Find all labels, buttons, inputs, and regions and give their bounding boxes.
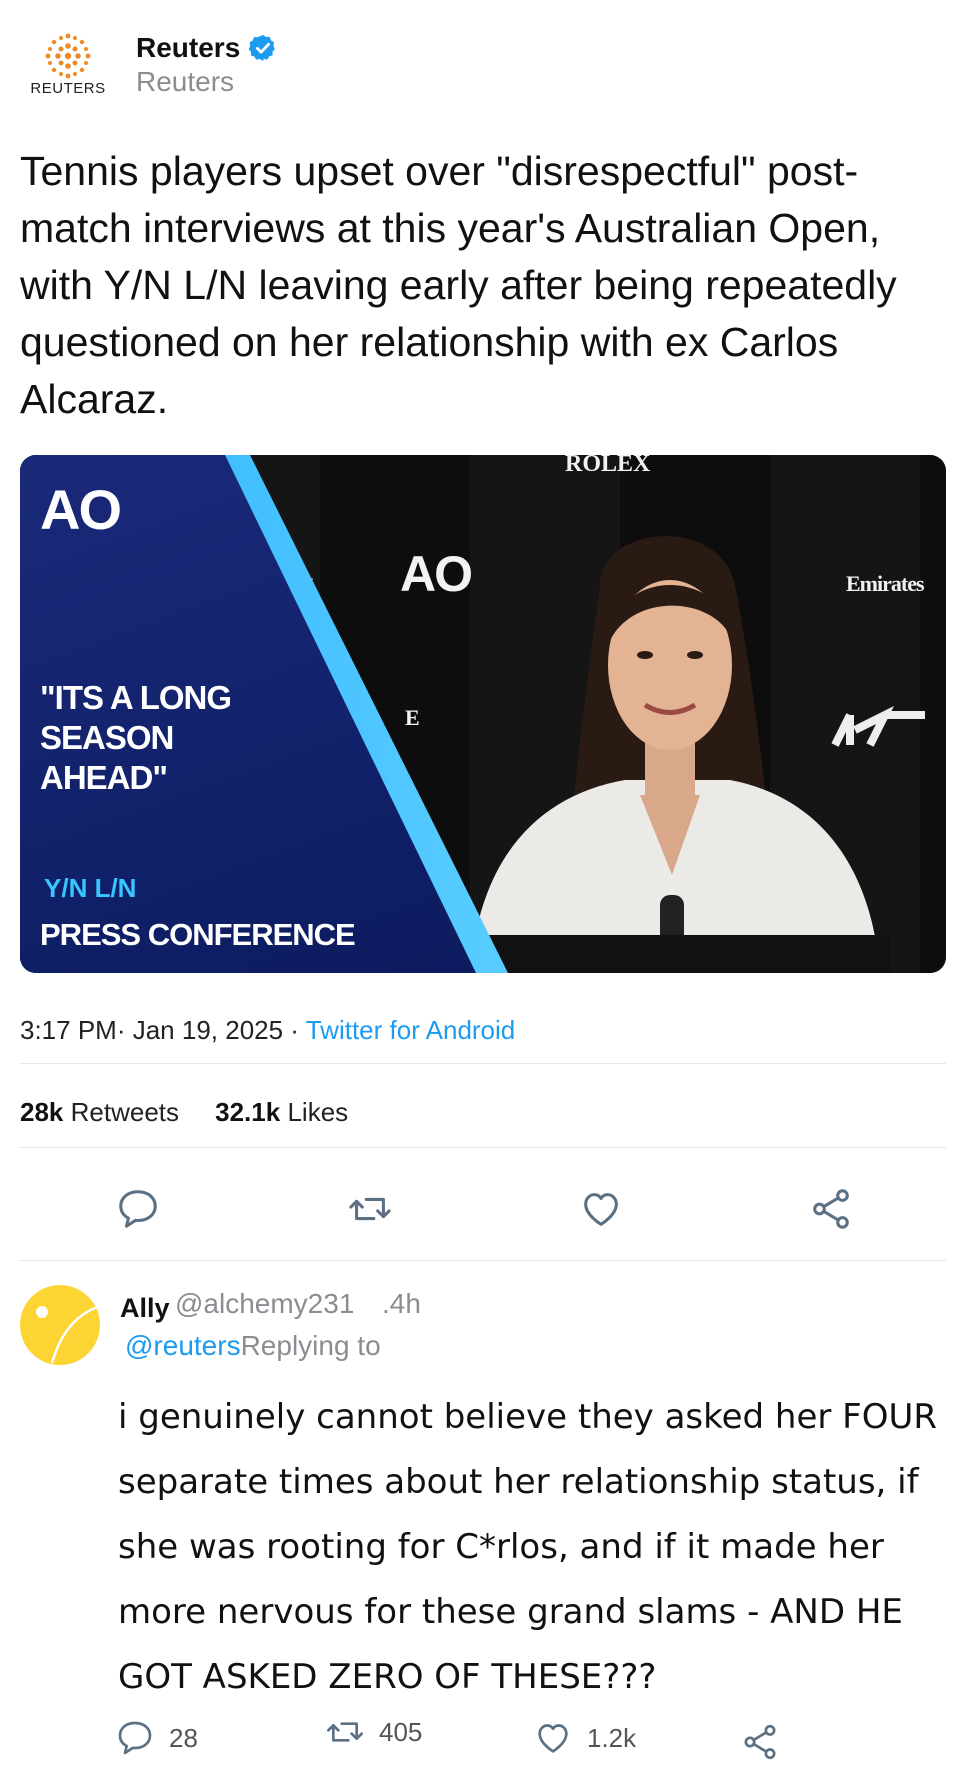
- ao-logo: AO: [40, 478, 122, 541]
- retweet-icon[interactable]: [347, 1186, 393, 1232]
- reply-reply-count: 28: [169, 1722, 198, 1753]
- reply-icon: [118, 1721, 152, 1755]
- reply-share-action[interactable]: [740, 1722, 780, 1762]
- reply-retweet-action[interactable]: 405: [325, 1712, 422, 1752]
- likes-count: 32.1k: [215, 1097, 281, 1127]
- reply-author-handle[interactable]: @alchemy231: [175, 1288, 354, 1320]
- likes-label: Likes: [287, 1097, 349, 1127]
- reply-timestamp[interactable]: .4h: [382, 1288, 421, 1320]
- retweet-icon: [327, 1722, 363, 1742]
- reuters-logo-icon: [45, 33, 91, 79]
- divider: [20, 1147, 946, 1148]
- retweets-count: 28k: [20, 1097, 64, 1127]
- retweets-stat[interactable]: 28k Retweets: [20, 1097, 179, 1127]
- reply-like-action[interactable]: 1.2k: [533, 1718, 636, 1758]
- retweets-label: Retweets: [70, 1097, 180, 1127]
- reply-like-count: 1.2k: [587, 1722, 637, 1753]
- author-handle[interactable]: Reuters: [136, 66, 234, 98]
- media-quote: "ITS A LONG SEASON AHEAD": [40, 679, 232, 796]
- like-icon[interactable]: [578, 1186, 624, 1232]
- avatar[interactable]: [20, 1285, 100, 1365]
- media-caption: PRESS CONFERENCE: [40, 917, 356, 952]
- share-icon[interactable]: [808, 1186, 854, 1232]
- reply-reply-action[interactable]: 28: [115, 1718, 198, 1758]
- share-icon: [744, 1724, 776, 1760]
- reply-mention[interactable]: @reuters: [125, 1330, 241, 1361]
- tweet-text: Tennis players upset over "disrespectful…: [20, 148, 897, 422]
- reply-retweet-count: 405: [379, 1716, 423, 1747]
- reply-icon[interactable]: [115, 1186, 161, 1232]
- verified-badge-icon: [249, 34, 276, 62]
- replying-to-label: Replying to: [240, 1330, 381, 1361]
- media-player-name: Y/N L/N: [44, 873, 137, 903]
- like-icon: [538, 1724, 568, 1753]
- tweet-media[interactable]: ROLEX AO Emirates EX E AO "ITS A LONG SE…: [20, 455, 946, 973]
- author-name[interactable]: Reuters: [136, 32, 278, 64]
- reply-author-name[interactable]: Ally: [120, 1293, 170, 1324]
- reuters-logo-text: REUTERS: [30, 80, 106, 97]
- meta-separator: ·: [283, 1015, 306, 1045]
- tweet-date: Jan 19, 2025: [132, 1015, 284, 1045]
- tweet-stats: 28k Retweets 32.1k Likes: [20, 1097, 348, 1128]
- reply-text: i genuinely cannot believe they asked he…: [118, 1397, 938, 1697]
- tweet-meta: 3:17 PM· Jan 19, 2025 · Twitter for Andr…: [20, 1015, 515, 1046]
- divider: [20, 1063, 946, 1064]
- likes-stat[interactable]: 32.1k Likes: [215, 1097, 348, 1127]
- player-photo: [450, 536, 890, 973]
- divider: [20, 1260, 946, 1261]
- tweet-time: 3:17 PM: [20, 1015, 117, 1045]
- sponsor-emirates-partial: E: [405, 705, 420, 730]
- replying-to: @reutersReplying to: [125, 1330, 381, 1362]
- tweet-source[interactable]: Twitter for Android: [306, 1015, 516, 1045]
- display-name[interactable]: Reuters: [136, 32, 240, 64]
- sponsor-rolex: ROLEX: [565, 455, 651, 477]
- meta-separator: ·: [116, 1015, 133, 1045]
